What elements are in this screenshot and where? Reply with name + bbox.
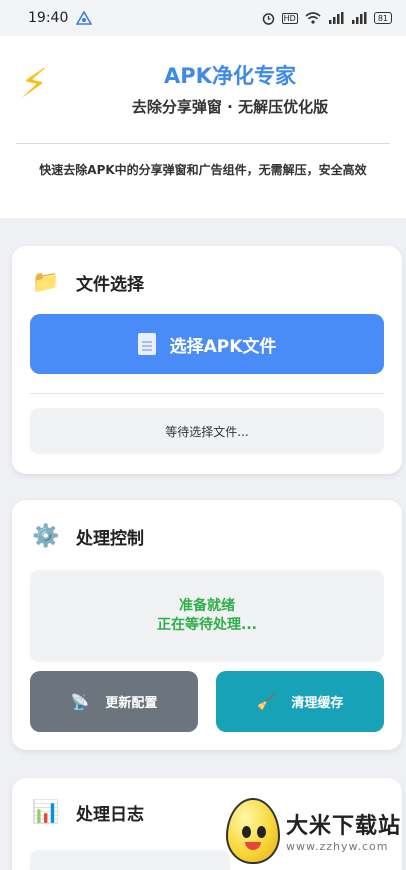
signal-icon-2 [351, 12, 367, 24]
document-icon [137, 333, 156, 355]
clear-cache-button[interactable]: 🧹 清理缓存 [216, 671, 384, 732]
gear-icon: ⚙️ [32, 524, 60, 549]
file-status: 等待选择文件... [30, 408, 384, 454]
folder-icon: 📁 [32, 270, 60, 295]
broom-icon: 🧹 [256, 692, 276, 711]
control-card-header: ⚙️ 处理控制 [32, 524, 144, 549]
watermark-name: 大米下载站 [286, 814, 402, 839]
processing-status: 准备就绪 正在等待处理... [30, 570, 384, 662]
battery-indicator: 81 [373, 12, 392, 24]
wifi-icon [305, 12, 321, 24]
update-config-label: 更新配置 [105, 696, 158, 711]
app-description: 快速去除APK中的分享弹窗和广告组件，无需解压，安全高效 [39, 163, 367, 177]
log-card-title: 处理日志 [76, 805, 144, 825]
satellite-icon: 📡 [70, 692, 90, 711]
status-ready: 准备就绪 [179, 598, 235, 614]
file-selection-card: 📁 文件选择 选择APK文件 等待选择文件... [12, 246, 402, 474]
file-status-text: 等待选择文件... [165, 424, 249, 439]
log-card-header: 📊 处理日志 [32, 800, 144, 825]
status-time: 19:40 [28, 10, 69, 26]
file-card-header: 📁 文件选择 [32, 270, 144, 295]
signal-icon-1 [328, 12, 344, 24]
file-card-title: 文件选择 [76, 275, 144, 295]
hd-badge: HD [281, 12, 298, 24]
bar-chart-icon: 📊 [32, 800, 60, 825]
header-divider [16, 143, 390, 144]
status-bar: 19:40 HD 81 [0, 0, 406, 36]
watermark-url: www.zzhyw.com [286, 840, 389, 853]
control-card-title: 处理控制 [76, 529, 144, 549]
app-subtitle: 去除分享弹窗 · 无解压优化版 [131, 98, 329, 116]
app-header: ⚡ APK净化专家 去除分享弹窗 · 无解压优化版 快速去除APK中的分享弹窗和… [0, 36, 406, 218]
alarm-icon [262, 12, 274, 25]
app-notification-icon [76, 11, 93, 25]
processing-control-card: ⚙️ 处理控制 准备就绪 正在等待处理... 📡 更新配置 🧹 清理缓存 [12, 500, 402, 750]
site-watermark: 大米下载站 www.zzhyw.com [220, 796, 406, 870]
update-config-button[interactable]: 📡 更新配置 [30, 671, 198, 732]
file-card-divider [30, 393, 384, 394]
status-waiting: 正在等待处理... [157, 617, 257, 633]
log-output [30, 850, 230, 870]
egg-mascot-logo [226, 798, 280, 864]
select-apk-button[interactable]: 选择APK文件 [30, 314, 384, 374]
select-apk-label: 选择APK文件 [169, 336, 277, 357]
clear-cache-label: 清理缓存 [291, 696, 344, 711]
app-title: APK净化专家 [164, 64, 296, 88]
lightning-bolt-icon: ⚡ [20, 61, 49, 107]
